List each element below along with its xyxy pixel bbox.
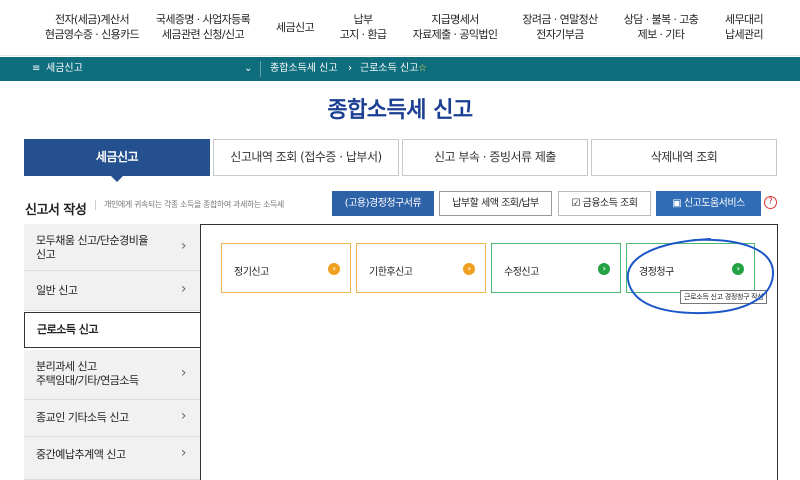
topnav-incentives[interactable]: 장려금 · 연말정산 전자기부금: [522, 12, 598, 42]
breadcrumb-level3[interactable]: 근로소득 신고: [360, 57, 418, 81]
chevron-right-icon: ›: [180, 445, 187, 461]
page-title: 종합소득세 신고: [327, 98, 473, 123]
menu-item-interim-prepayment[interactable]: 중간예납추계액 신고 ›: [24, 437, 200, 480]
late-filing-card[interactable]: 기한후신고 ›: [356, 243, 486, 293]
amended-filing-card[interactable]: 수정신고 ›: [491, 243, 621, 293]
topnav-payment-statements[interactable]: 지급명세서 자료제출 · 공익법인: [413, 12, 498, 42]
financial-income-button[interactable]: ☑ 금융소득 조회: [558, 191, 651, 216]
book-icon: ▣: [672, 198, 684, 209]
topnav-consulting[interactable]: 상담 · 불복 · 고충 제보 · 기타: [624, 12, 699, 42]
chevron-right-icon: ›: [180, 408, 187, 424]
tax-inquiry-button[interactable]: 납부할 세액 조회/납부: [439, 191, 552, 216]
left-menu: 모두채움 신고/단순경비율 신고 › 일반 신고 › 근로소득 신고 분리과세 …: [24, 224, 202, 480]
breadcrumb-divider: [260, 61, 261, 77]
chevron-right-icon: ›: [180, 281, 187, 297]
active-tab-notch: [110, 175, 124, 182]
tab-filing-history[interactable]: 신고내역 조회 (접수증 · 납부서): [213, 139, 399, 176]
hamburger-icon[interactable]: ≡: [32, 57, 40, 81]
menu-item-religious-income[interactable]: 종교인 기타소득 신고 ›: [24, 400, 200, 437]
tab-supporting-docs[interactable]: 신고 부속 · 증빙서류 제출: [402, 139, 588, 176]
checkbox-icon: ☑: [571, 198, 583, 209]
chevron-right-icon: ›: [180, 238, 187, 254]
help-service-button[interactable]: ▣ 신고도움서비스: [656, 191, 761, 216]
section-description: 개인에게 귀속되는 각종 소득을 종합하여 과세하는 소득세: [95, 200, 284, 210]
star-icon[interactable]: ☆: [418, 57, 427, 81]
tab-deleted-history[interactable]: 삭제내역 조회: [591, 139, 777, 176]
chevron-right-icon: ›: [348, 63, 352, 74]
refund-docs-button[interactable]: (고용)경정청구서류: [332, 191, 434, 216]
arrow-right-icon: ›: [598, 263, 610, 275]
topnav-tax-agent[interactable]: 세무대리 납세관리: [725, 12, 764, 42]
topnav-tax-filing[interactable]: 세금신고: [276, 20, 315, 35]
arrow-right-icon: ›: [463, 263, 475, 275]
menu-item-earned-income[interactable]: 근로소득 신고: [24, 312, 202, 348]
topnav-payment[interactable]: 납부 고지 · 환급: [340, 12, 387, 42]
breadcrumb: ≡ 세금신고 ⌄ 종합소득세 신고 › 근로소득 신고 ☆: [0, 57, 800, 81]
menu-item-separate-taxation[interactable]: 분리과세 신고 주택임대/기타/연금소득 ›: [24, 350, 200, 400]
breadcrumb-level2[interactable]: 종합소득세 신고: [270, 57, 338, 81]
menu-item-simple-filing[interactable]: 모두채움 신고/단순경비율 신고 ›: [24, 224, 200, 271]
breadcrumb-level1[interactable]: 세금신고: [46, 57, 83, 81]
top-navigation: 전자(세금)계산서 현금영수증 · 신용카드 국세증명 · 사업자등록 세금관련 신…: [0, 0, 800, 56]
tab-tax-filing[interactable]: 세금신고: [24, 139, 210, 182]
help-icon[interactable]: ?: [764, 196, 777, 209]
regular-filing-card[interactable]: 정기신고 ›: [221, 243, 351, 293]
menu-item-general-filing[interactable]: 일반 신고 ›: [24, 271, 200, 311]
topnav-e-invoice[interactable]: 전자(세금)계산서 현금영수증 · 신용카드: [45, 12, 140, 42]
arrow-right-icon: ›: [328, 263, 340, 275]
section-title: 신고서 작성: [25, 203, 87, 218]
topnav-certificates[interactable]: 국세증명 · 사업자등록 세금관련 신청/신고: [156, 12, 251, 42]
chevron-down-icon[interactable]: ⌄: [244, 57, 252, 81]
annotation-circle: [626, 238, 775, 315]
chevron-right-icon: ›: [180, 365, 187, 381]
